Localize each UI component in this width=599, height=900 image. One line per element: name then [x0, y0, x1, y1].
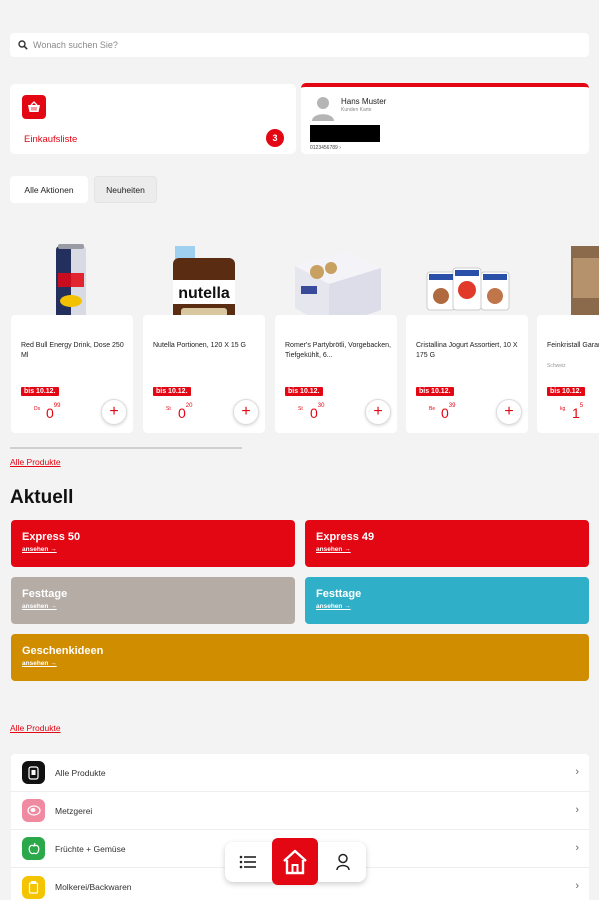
- add-to-list-button[interactable]: +: [365, 399, 391, 425]
- product-deal-badge: bis 10.12.: [285, 387, 323, 396]
- shopping-list-card[interactable]: Einkaufsliste 3: [10, 84, 296, 154]
- category-row-metzgerei[interactable]: Metzgerei ›: [11, 792, 589, 830]
- product-card[interactable]: Red Bull Energy Drink, Dose 250 Ml bis 1…: [11, 315, 133, 433]
- category-label: Metzgerei: [55, 805, 93, 816]
- product-name: Feinkristall Garantie, 2: [547, 342, 599, 349]
- product-price: 15: [572, 403, 584, 421]
- bread-icon: [22, 875, 45, 899]
- customer-number[interactable]: 0123456789 ›: [310, 145, 341, 151]
- shopping-list-label: Einkaufsliste: [24, 134, 78, 145]
- add-to-list-button[interactable]: +: [101, 399, 127, 425]
- product-unit: kg: [560, 406, 566, 412]
- promo-title: Express 49: [316, 531, 375, 543]
- apple-icon: [22, 837, 45, 860]
- customer-name: Hans Muster: [341, 97, 387, 106]
- category-label: Molkerei/Backwaren: [55, 882, 132, 892]
- filter-all-promotions[interactable]: Alle Aktionen: [10, 176, 88, 203]
- all-products-link[interactable]: Alle Produkte: [10, 457, 61, 467]
- search-icon: [18, 40, 28, 50]
- chevron-right-icon: ›: [575, 766, 579, 778]
- product-name: Romer's Partybrötli, Vorgebacken, Tiefge…: [285, 342, 391, 359]
- product-price: 030: [310, 403, 325, 421]
- product-name: Red Bull Energy Drink, Dose 250 Ml: [21, 342, 124, 359]
- home-icon: [283, 849, 307, 874]
- category-label: Früchte + Gemüse: [55, 843, 126, 854]
- home-button[interactable]: [272, 838, 318, 885]
- promo-view-link[interactable]: ansehen →: [316, 546, 351, 553]
- promo-view-link[interactable]: ansehen →: [22, 603, 57, 610]
- promo-view-link[interactable]: ansehen →: [316, 603, 351, 610]
- package-icon: [22, 761, 45, 784]
- meat-icon: [22, 799, 45, 822]
- promo-tile-festtage[interactable]: Festtage ansehen →: [11, 577, 295, 624]
- search-bar[interactable]: [10, 33, 589, 57]
- product-unit: St: [166, 406, 171, 412]
- customer-barcode: [310, 125, 380, 142]
- carousel-scrollbar[interactable]: [10, 447, 242, 449]
- price-main: 0: [178, 405, 186, 421]
- search-input[interactable]: [33, 40, 533, 50]
- product-card[interactable]: Feinkristall Garantie, 2 Schweiz bis 10.…: [537, 315, 599, 433]
- yogurt-cups-image: [426, 267, 510, 311]
- chevron-right-icon: ›: [575, 842, 579, 854]
- category-label: Alle Produkte: [55, 767, 106, 778]
- avatar-icon: [312, 97, 334, 121]
- price-cents: 30: [317, 403, 325, 409]
- promo-view-link[interactable]: ansehen →: [22, 660, 57, 667]
- price-main: 0: [46, 405, 54, 421]
- product-deal-badge: bis 10.12.: [21, 387, 59, 396]
- product-unit: Be: [429, 406, 436, 412]
- price-cents: 20: [185, 403, 193, 409]
- price-cents: 99: [53, 403, 61, 409]
- product-card[interactable]: Nutella Portionen, 120 X 15 G bis 10.12.…: [143, 315, 265, 433]
- promo-tile-festtage-2[interactable]: Festtage ansehen →: [305, 577, 589, 624]
- customer-subtitle: Kunden Karte: [341, 107, 372, 113]
- profile-icon[interactable]: [332, 851, 354, 873]
- list-menu-icon[interactable]: [237, 851, 259, 873]
- product-deal-badge: bis 10.12.: [153, 387, 191, 396]
- price-cents: 5: [579, 403, 584, 409]
- add-to-list-button[interactable]: +: [233, 399, 259, 425]
- product-card[interactable]: Cristallina Jogurt Assortiert, 10 X 175 …: [406, 315, 528, 433]
- basket-icon: [22, 95, 46, 119]
- svg-text:nutella: nutella: [178, 285, 230, 302]
- product-name: Nutella Portionen, 120 X 15 G: [153, 342, 247, 349]
- product-price: 099: [46, 403, 61, 421]
- product-price: 020: [178, 403, 193, 421]
- section-heading-aktuell: Aktuell: [10, 487, 74, 508]
- shopping-list-count-badge: 3: [266, 129, 284, 147]
- product-unit: Ds: [34, 406, 41, 412]
- price-cents: 39: [448, 403, 456, 409]
- customer-card[interactable]: Hans Muster Kunden Karte 0123456789 ›: [301, 83, 589, 154]
- promo-title: Festtage: [22, 588, 68, 600]
- chevron-right-icon: ›: [575, 804, 579, 816]
- promo-view-link[interactable]: ansehen →: [22, 546, 57, 553]
- add-to-list-button[interactable]: +: [496, 399, 522, 425]
- promo-title: Festtage: [316, 588, 362, 600]
- product-unit: St: [298, 406, 303, 412]
- chevron-right-icon: ›: [575, 880, 579, 892]
- product-deal-badge: bis 10.12.: [547, 387, 585, 396]
- filter-new-items[interactable]: Neuheiten: [94, 176, 157, 203]
- product-card[interactable]: Romer's Partybrötli, Vorgebacken, Tiefge…: [275, 315, 397, 433]
- price-main: 0: [310, 405, 318, 421]
- promo-title: Geschenkideen: [22, 645, 104, 657]
- all-categories-link[interactable]: Alle Produkte: [10, 723, 61, 733]
- promo-tile-geschenkideen[interactable]: Geschenkideen ansehen →: [11, 634, 589, 681]
- promo-tile-express-49[interactable]: Express 49 ansehen →: [305, 520, 589, 567]
- promo-title: Express 50: [22, 531, 81, 543]
- category-row-all-products[interactable]: Alle Produkte ›: [11, 754, 589, 792]
- product-origin: Schweiz: [547, 363, 566, 369]
- promo-tile-express-50[interactable]: Express 50 ansehen →: [11, 520, 295, 567]
- product-price: 039: [441, 403, 456, 421]
- product-name: Cristallina Jogurt Assortiert, 10 X 175 …: [416, 342, 518, 359]
- price-main: 0: [441, 405, 449, 421]
- product-deal-badge: bis 10.12.: [416, 387, 454, 396]
- price-main: 1: [572, 405, 580, 421]
